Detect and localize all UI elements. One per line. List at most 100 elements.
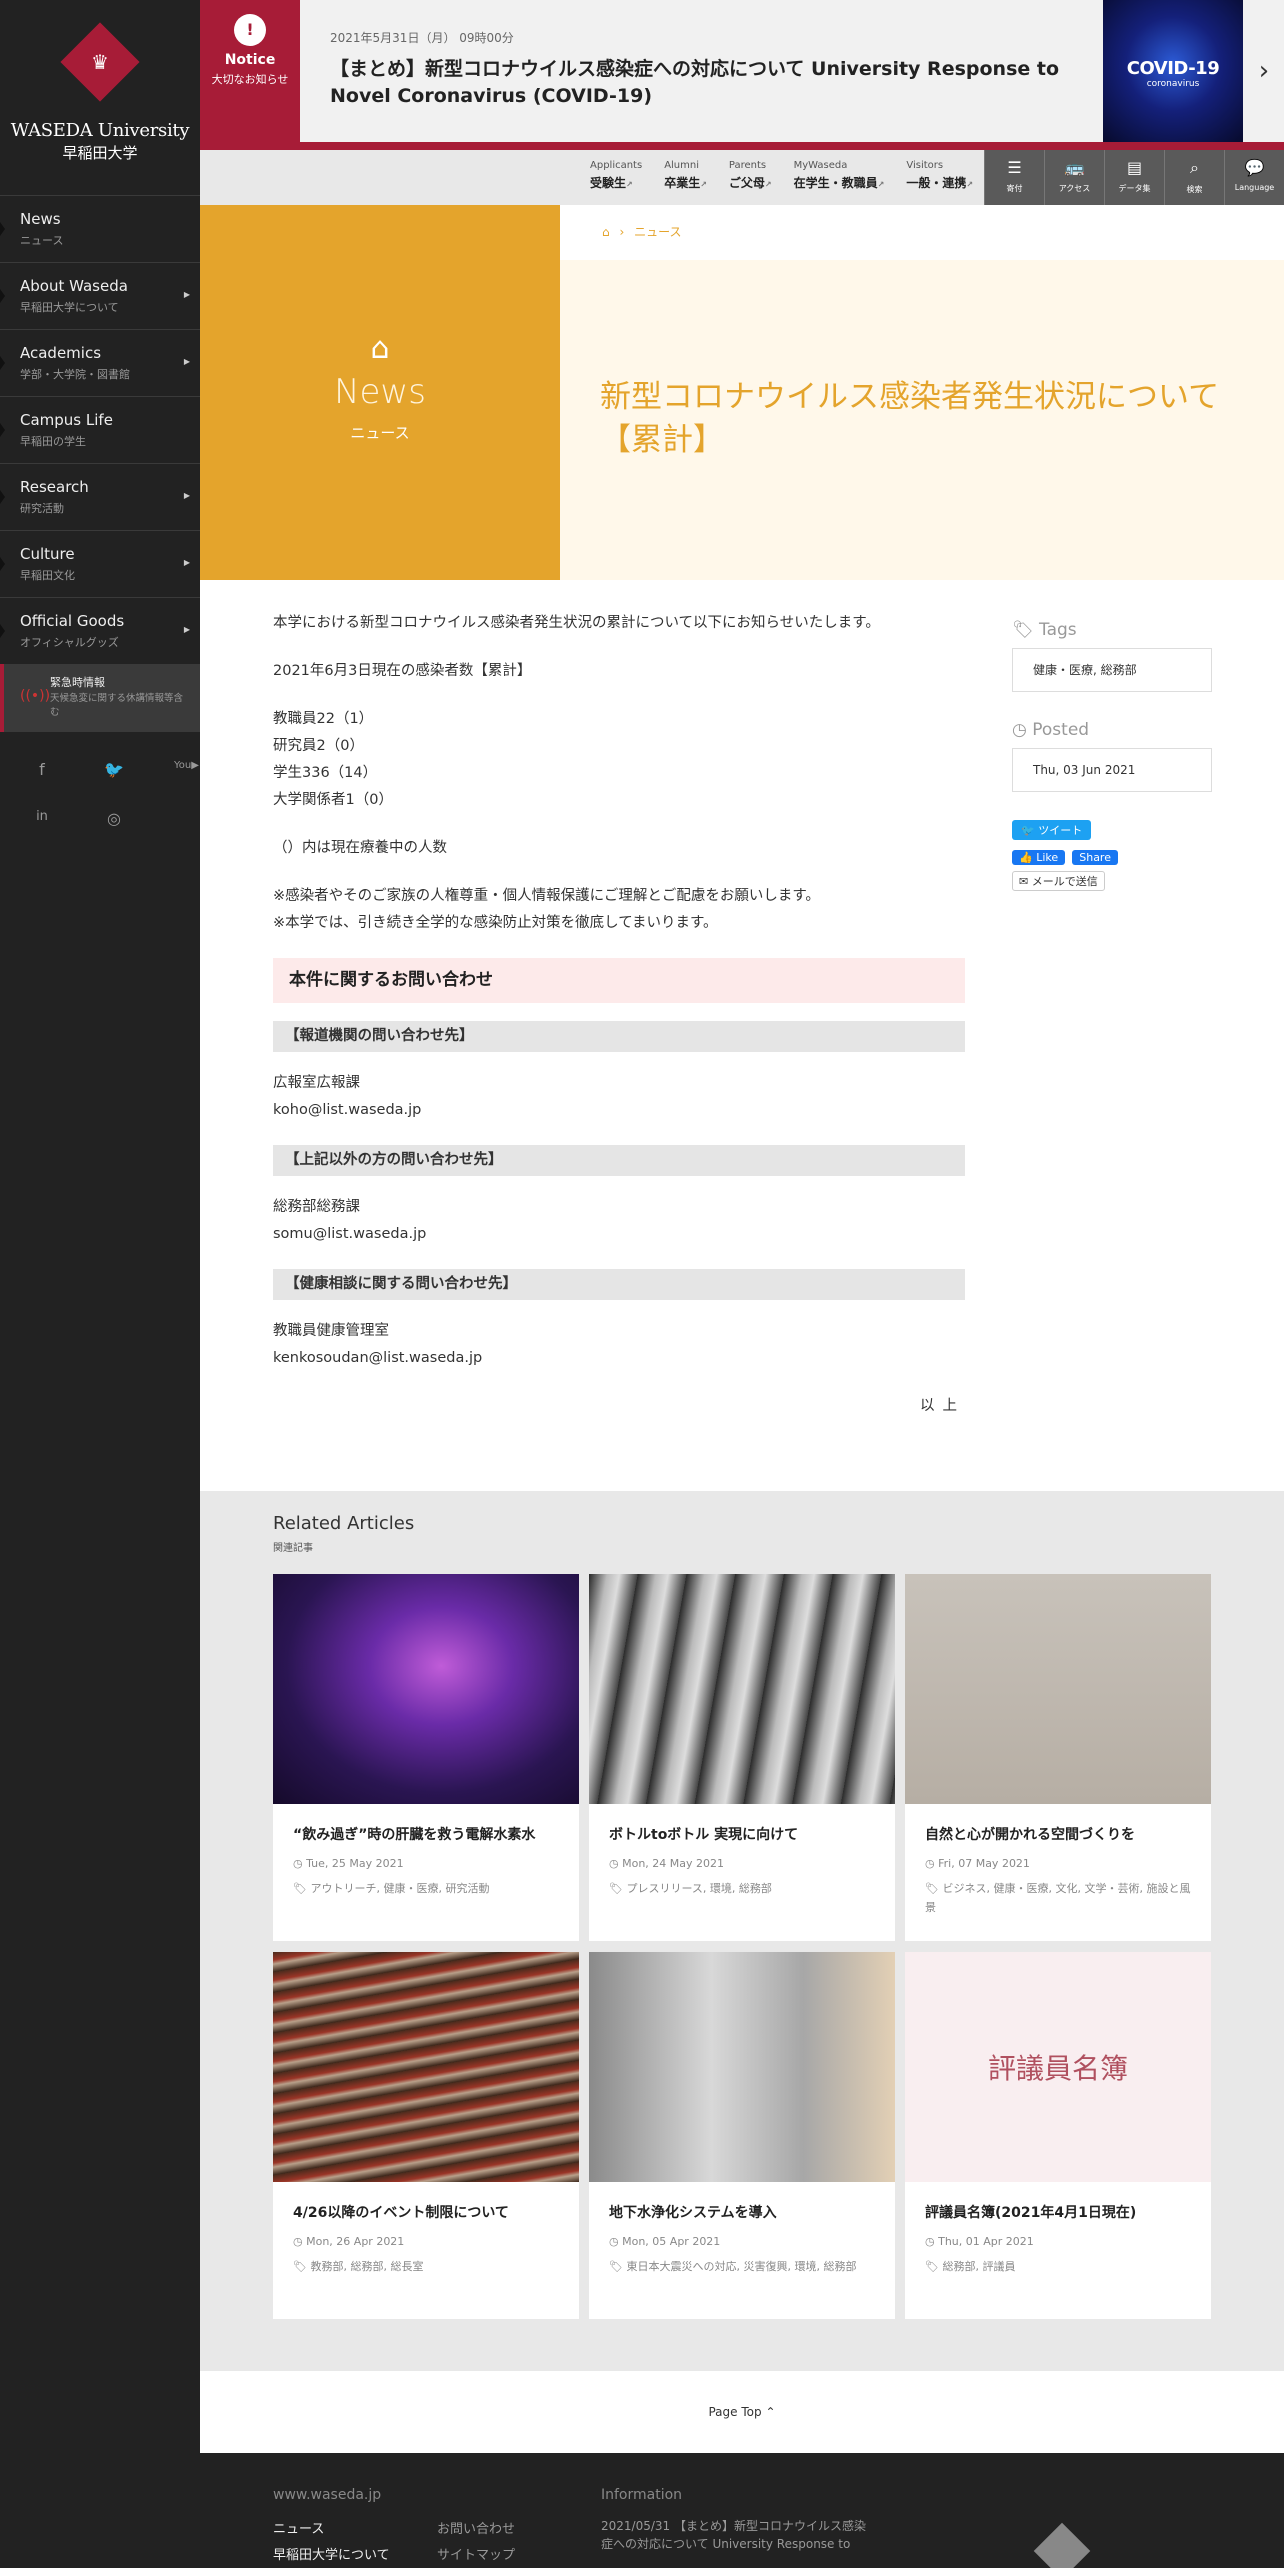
related-article-card[interactable]: 地下水浄化システムを導入 ◷ Mon, 05 Apr 2021 🏷 東日本大震災… [589,1952,895,2319]
sidebar-nav-item[interactable]: Academics 学部・大学院・図書館 ▶ [0,329,200,396]
contact-email[interactable]: kenkosoudan@list.waseda.jp [273,1350,482,1366]
article-thumbnail [905,1574,1211,1804]
article-body: 本学における新型コロナウイルス感染者発生状況の累計について以下にお知らせいたしま… [273,610,965,1420]
article-title: ボトルtoボトル 実現に向けて [609,1827,799,1843]
footer-link[interactable]: お問い合わせ [437,2517,515,2543]
external-link-icon: ↗ [700,180,707,189]
tool-button[interactable]: ⌕ 検索 [1164,150,1224,205]
request-line: ※感染者やそのご家族の人権尊重・個人情報保護にご理解とご配慮をお願いします。 [273,888,820,904]
caret-right-icon: ▶ [183,558,190,567]
article-title: 地下水浄化システムを導入 [609,2205,777,2221]
footer-links-col2: お問い合わせ サイトマップ [437,2517,515,2568]
related-article-card[interactable]: “飲み過ぎ”時の肝臓を救う電解水素水 ◷ Tue, 25 May 2021 🏷 … [273,1574,579,1941]
covid-banner-subtext: coronavirus [1146,79,1200,89]
tag-icon: 🏷 [1012,620,1034,640]
sidebar-nav-item[interactable]: News ニュース [0,195,200,262]
notice-badge: ! Notice 大切なお知らせ [200,0,300,142]
sidebar-nav-item[interactable]: Culture 早稲田文化 ▶ [0,530,200,597]
clock-icon: ◷ [609,1857,619,1870]
home-icon[interactable]: ⌂ [602,225,610,239]
audience-label-ja: 卒業生↗ [664,176,707,190]
related-article-card[interactable]: ボトルtoボトル 実現に向けて ◷ Mon, 24 May 2021 🏷 プレス… [589,1574,895,1941]
article-tags: 🏷 プレスリリース, 環境, 総務部 [609,1882,772,1895]
audience-link[interactable]: Parents ご父母↗ [729,160,772,191]
waseda-emblem-icon: ♛ [60,22,140,102]
audience-link[interactable]: Applicants 受験生↗ [590,160,642,191]
contact-email[interactable]: koho@list.waseda.jp [273,1102,421,1118]
case-count-list: 教職員22（1） 研究員2（0） 学生336（14） 大学関係者1（0） [273,706,965,814]
external-link-icon: ↗ [877,180,885,189]
covid-banner-text: COVID-19 [1126,58,1220,79]
instagram-icon[interactable]: ◎ [102,809,126,828]
audience-link[interactable]: Alumni 卒業生↗ [664,160,707,191]
audience-label-ja: ご父母↗ [728,176,772,190]
tag-icon: 🏷 [609,2260,623,2273]
covid-banner-image[interactable]: COVID-19 coronavirus [1103,0,1243,142]
audience-label-en: Alumni [664,160,700,171]
sidebar-nav-item[interactable]: Campus Life 早稲田の学生 [0,396,200,463]
footer-info-link[interactable]: 2021/05/31 【まとめ】新型コロナウイルス感染症への対応について Uni… [601,2517,871,2553]
tag-icon: 🏷 [925,2260,939,2273]
footer-logo-icon[interactable] [1033,2522,1091,2568]
tool-button[interactable]: ▤ データ集 [1104,150,1164,205]
footer-link[interactable]: ニュース [273,2517,390,2543]
footer-link[interactable]: 早稲田大学について [273,2543,390,2568]
related-article-card[interactable]: 評議員名簿 評議員名簿(2021年4月1日現在) ◷ Thu, 01 Apr 2… [905,1952,1211,2319]
notice-sublabel: 大切なお知らせ [211,73,289,86]
sidebar-nav-item[interactable]: About Waseda 早稲田大学について ▶ [0,262,200,329]
article-thumbnail: 評議員名簿 [905,1952,1211,2182]
twitter-icon[interactable]: 🐦 [102,760,126,779]
article-tags: 🏷 東日本大震災への対応, 災害復興, 環境, 総務部 [609,2260,857,2273]
contact-department: 広報室広報課 [273,1075,360,1091]
tool-button[interactable]: 💬 Language [1224,150,1284,205]
email-share-button[interactable]: ✉ メールで送信 [1012,871,1105,891]
search-icon: ⌕ [1190,158,1199,177]
page-top-button[interactable]: Page Top ⌃ [200,2371,1284,2453]
page-title: 新型コロナウイルス感染者発生状況について【累計】 [600,379,1220,458]
tweet-button[interactable]: 🐦 ツイート [1012,820,1092,840]
sidebar-nav-item[interactable]: Official Goods オフィシャルグッズ ▶ [0,597,200,664]
tag-icon: 🏷 [293,1882,307,1895]
breadcrumb-news-link[interactable]: ニュース [634,225,681,239]
page-top-label: Page Top [708,2405,762,2419]
youtube-icon[interactable]: You▶ [174,760,199,779]
end-mark: 以上 [920,1398,965,1414]
university-logo[interactable]: ♛ WASEDA University 早稲田大学 [0,0,200,195]
tool-button[interactable]: 🚌 アクセス [1044,150,1104,205]
tool-button[interactable]: ☰ 寄付 [984,150,1044,205]
chevron-up-icon: ⌃ [765,2405,776,2419]
contact-email[interactable]: somu@list.waseda.jp [273,1226,426,1242]
linkedin-icon[interactable]: in [30,809,54,828]
clock-icon: ◷ [925,2235,935,2248]
posted-label: ◷ Posted [1012,720,1212,740]
audience-link[interactable]: MyWaseda 在学生・教職員↗ [794,160,885,191]
related-article-card[interactable]: 自然と心が開かれる空間づくりを ◷ Fri, 07 May 2021 🏷 ビジネ… [905,1574,1211,1941]
nav-label-en: Campus Life [20,411,113,429]
footer-site: www.waseda.jp [273,2487,382,2503]
logo-english: WASEDA University [10,120,190,141]
case-count: 大学関係者1（0） [273,792,393,808]
main-nav: News ニュース About Waseda 早稲田大学について ▶ Academic… [0,195,200,664]
notice-title-link[interactable]: 【まとめ】新型コロナウイルス感染症への対応について University Res… [330,56,1070,110]
emergency-info-link[interactable]: ((•)) 緊急時情報 天候急変に関する休講情報等含む [0,664,200,732]
nav-label-en: About Waseda [20,277,128,295]
nav-label-ja: ニュース [20,234,64,247]
social-links: f 🐦 You▶ in ◎ [0,732,200,828]
audience-link[interactable]: Visitors 一般・連携↗ [906,160,973,191]
request-line: ※本学では、引き続き全学的な感染防止対策を徹底してまいります。 [273,915,718,931]
contact-heading: 本件に関するお問い合わせ [273,958,965,1003]
tags-box[interactable]: 健康・医療, 総務部 [1012,648,1212,692]
facebook-like-button[interactable]: 👍 Like [1012,850,1066,865]
chevron-right-icon: › [619,225,625,239]
nav-label-en: News [20,210,61,228]
emergency-title: 緊急時情報 [50,676,105,689]
facebook-share-button[interactable]: Share [1072,850,1118,865]
tag-icon: 🏷 [609,1882,623,1895]
facebook-icon[interactable]: f [30,760,54,779]
chevron-right-icon[interactable]: › [1244,0,1284,142]
nav-label-en: Academics [20,344,102,362]
related-article-card[interactable]: 4/26以降のイベント制限について ◷ Mon, 26 Apr 2021 🏷 教… [273,1952,579,2319]
sidebar-nav-item[interactable]: Research 研究活動 ▶ [0,463,200,530]
footer-link[interactable]: サイトマップ [437,2543,515,2568]
article-title: “飲み過ぎ”時の肝臓を救う電解水素水 [293,1827,536,1843]
